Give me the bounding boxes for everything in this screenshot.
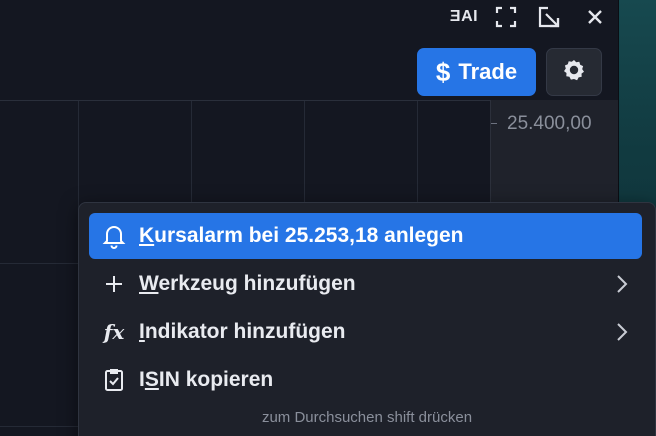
menu-item-copy-isin[interactable]: ISIN kopieren (89, 357, 642, 403)
fx-icon: fx (103, 320, 125, 344)
trade-button[interactable]: $ Trade (417, 48, 536, 96)
menu-item-label: ISIN kopieren (139, 368, 274, 391)
gear-icon (562, 58, 586, 87)
toolbar-divider (0, 100, 490, 101)
bell-icon (89, 223, 139, 249)
chevron-right-icon (602, 322, 642, 342)
clipboard-check-icon (89, 368, 139, 392)
trade-label: Trade (458, 59, 518, 84)
price-label: 25.400,00 (507, 113, 592, 134)
chevron-right-icon (602, 274, 642, 294)
menu-item-price-alert[interactable]: Kursalarm bei 25.253,18 anlegen (89, 213, 642, 259)
chart-window: 25.400,00 ƎAI $ Trade Kursalarm bei 25.2… (0, 0, 656, 436)
ai-button[interactable]: ƎAI (446, 5, 482, 29)
plus-icon (89, 275, 139, 293)
popout-icon[interactable] (537, 5, 561, 29)
menu-item-add-indicator[interactable]: fx Indikator hinzufügen (89, 309, 642, 355)
dollar-icon: $ (435, 56, 451, 87)
menu-hint: zum Durchsuchen shift drücken (261, 409, 473, 426)
menu-item-label: Indikator hinzufügen (139, 320, 346, 343)
price-tick (491, 123, 497, 124)
fullscreen-icon[interactable] (494, 5, 518, 29)
menu-item-label: Werkzeug hinzufügen (139, 272, 356, 295)
settings-button[interactable] (546, 48, 602, 96)
close-icon[interactable] (583, 5, 607, 29)
menu-item-add-tool[interactable]: Werkzeug hinzufügen (89, 261, 642, 307)
menu-item-label: Kursalarm bei 25.253,18 anlegen (139, 224, 464, 247)
context-menu: Kursalarm bei 25.253,18 anlegen Werkzeug… (78, 202, 656, 436)
